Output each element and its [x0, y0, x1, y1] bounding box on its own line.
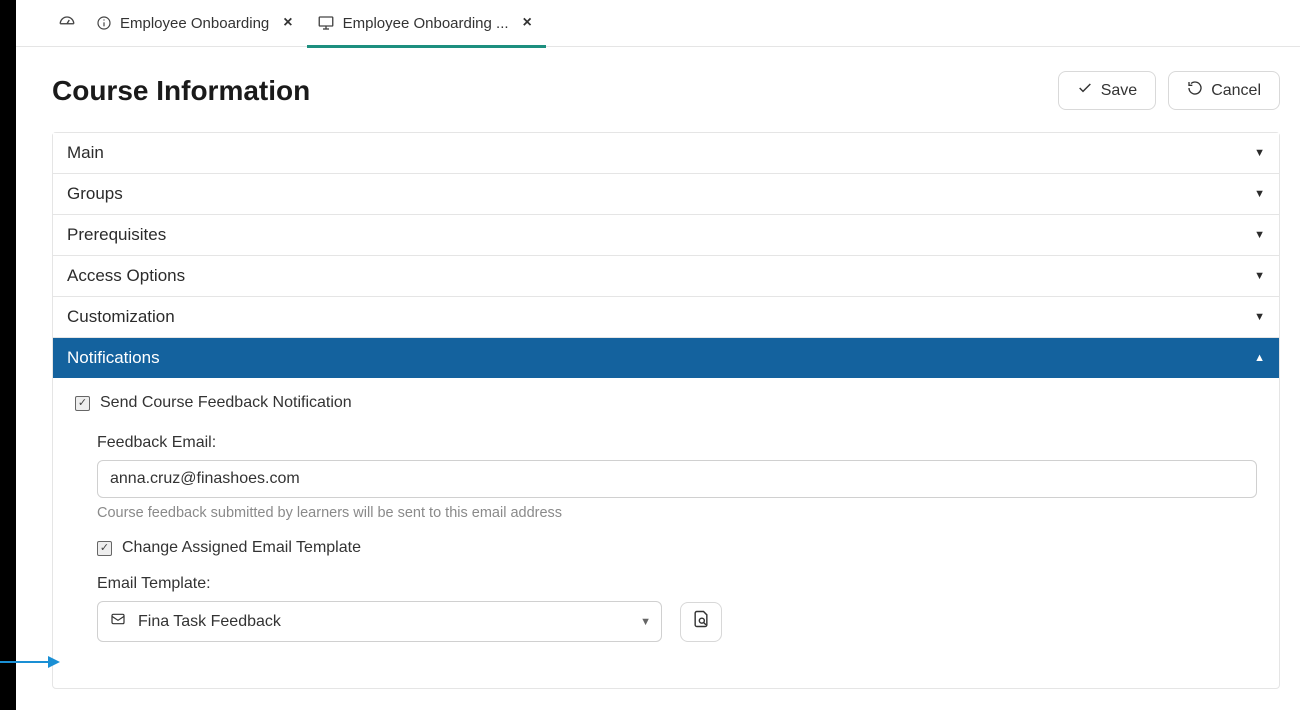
document-search-icon — [691, 609, 711, 634]
section-notifications[interactable]: Notifications — [53, 338, 1279, 378]
save-label: Save — [1101, 82, 1137, 100]
chevron-up-icon — [1254, 352, 1265, 364]
cancel-button[interactable]: Cancel — [1168, 71, 1280, 110]
email-template-label: Email Template: — [97, 575, 1257, 593]
course-accordion: Main Groups Prerequisites Access Options — [52, 132, 1280, 689]
change-template-checkbox[interactable] — [97, 541, 112, 556]
left-rail — [0, 0, 16, 710]
gauge-icon — [58, 14, 76, 32]
cancel-label: Cancel — [1211, 82, 1261, 100]
send-feedback-checkbox[interactable] — [75, 396, 90, 411]
tab-label: Employee Onboarding — [120, 15, 269, 32]
tab-employee-onboarding-monitor[interactable]: Employee Onboarding ... × — [307, 0, 546, 47]
change-template-row: Change Assigned Email Template — [75, 539, 1257, 557]
chevron-down-icon — [1254, 188, 1265, 200]
section-prerequisites[interactable]: Prerequisites — [53, 215, 1279, 255]
chevron-down-icon — [1254, 147, 1265, 159]
section-label: Main — [67, 143, 104, 163]
section-label: Prerequisites — [67, 225, 166, 245]
feedback-email-hint: Course feedback submitted by learners wi… — [97, 505, 1257, 521]
feedback-email-input[interactable] — [97, 460, 1257, 498]
section-label: Access Options — [67, 266, 185, 286]
check-icon — [1077, 80, 1093, 101]
section-label: Groups — [67, 184, 123, 204]
monitor-icon — [317, 14, 335, 32]
email-template-value: Fina Task Feedback — [138, 613, 281, 631]
chevron-down-icon: ▼ — [640, 616, 651, 628]
email-template-select[interactable]: Fina Task Feedback ▼ — [97, 601, 662, 642]
tabs-bar: Employee Onboarding × Employee Onboardin… — [16, 0, 1300, 47]
change-template-label: Change Assigned Email Template — [122, 539, 361, 557]
undo-icon — [1187, 80, 1203, 101]
close-icon[interactable]: × — [523, 14, 532, 32]
info-icon — [96, 15, 112, 31]
tab-employee-onboarding-info[interactable]: Employee Onboarding × — [86, 0, 307, 47]
section-label: Notifications — [67, 348, 160, 368]
section-access-options[interactable]: Access Options — [53, 256, 1279, 296]
chevron-down-icon — [1254, 270, 1265, 282]
tab-label: Employee Onboarding ... — [343, 15, 509, 32]
section-customization[interactable]: Customization — [53, 297, 1279, 337]
send-feedback-row: Send Course Feedback Notification — [75, 394, 1257, 412]
header-actions: Save Cancel — [1058, 71, 1280, 110]
chevron-down-icon — [1254, 229, 1265, 241]
page-title: Course Information — [52, 75, 310, 107]
feedback-email-label: Feedback Email: — [97, 434, 1257, 452]
close-icon[interactable]: × — [283, 14, 292, 32]
section-groups[interactable]: Groups — [53, 174, 1279, 214]
send-feedback-label: Send Course Feedback Notification — [100, 394, 352, 412]
notifications-body: Send Course Feedback Notification Feedba… — [53, 378, 1279, 688]
chevron-down-icon — [1254, 311, 1265, 323]
save-button[interactable]: Save — [1058, 71, 1156, 110]
callout-arrow — [0, 652, 60, 672]
preview-template-button[interactable] — [680, 602, 722, 642]
page-header: Course Information Save Cancel — [16, 47, 1300, 132]
tab-dashboard[interactable] — [48, 0, 86, 47]
section-main[interactable]: Main — [53, 133, 1279, 173]
section-label: Customization — [67, 307, 175, 327]
envelope-icon — [110, 611, 126, 632]
